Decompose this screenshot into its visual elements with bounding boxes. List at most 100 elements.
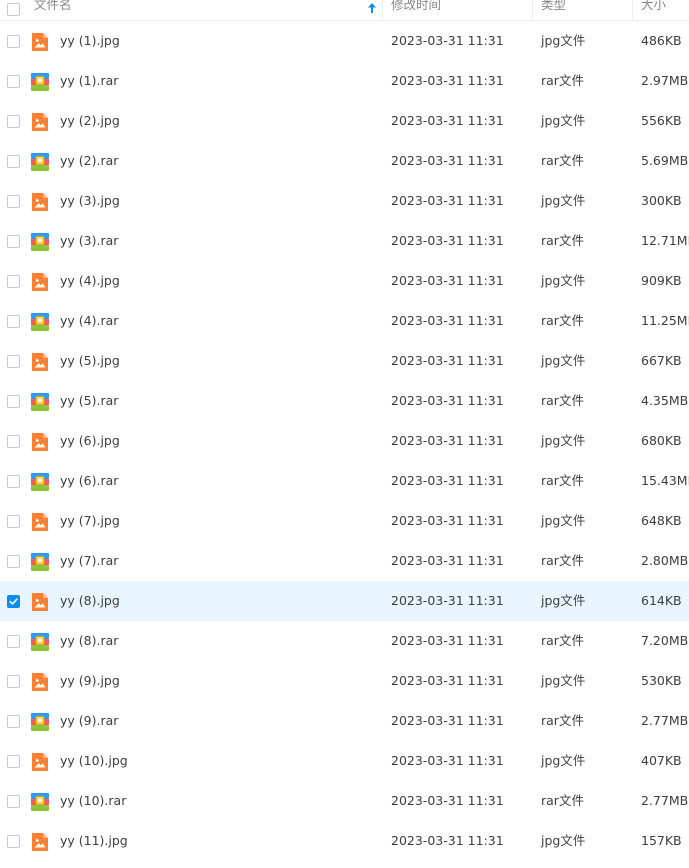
row-checkbox[interactable] xyxy=(7,755,20,768)
image-file-icon xyxy=(32,593,48,611)
file-name[interactable]: yy (3).jpg xyxy=(60,181,120,221)
file-name[interactable]: yy (4).rar xyxy=(60,301,118,341)
file-row[interactable]: yy (1).rar 2023-03-31 11:31 rar文件 2.97MB xyxy=(0,61,689,101)
file-row[interactable]: yy (10).rar 2023-03-31 11:31 rar文件 2.77MB xyxy=(0,781,689,821)
file-type: rar文件 xyxy=(541,633,584,648)
file-name[interactable]: yy (1).jpg xyxy=(60,21,120,61)
column-divider[interactable] xyxy=(532,0,533,20)
column-header-type[interactable]: 类型 xyxy=(541,0,566,20)
file-type: rar文件 xyxy=(541,713,584,728)
file-name[interactable]: yy (5).rar xyxy=(60,381,118,421)
file-modified-time: 2023-03-31 11:31 xyxy=(391,273,504,288)
file-modified-time: 2023-03-31 11:31 xyxy=(391,473,504,488)
arrow-up-icon[interactable] xyxy=(367,2,377,14)
file-name[interactable]: yy (2).rar xyxy=(60,141,118,181)
file-type: jpg文件 xyxy=(541,113,586,128)
row-checkbox[interactable] xyxy=(7,115,20,128)
row-checkbox[interactable] xyxy=(7,35,20,48)
row-checkbox[interactable] xyxy=(7,75,20,88)
file-modified-time: 2023-03-31 11:31 xyxy=(391,313,504,328)
file-row[interactable]: yy (5).rar 2023-03-31 11:31 rar文件 4.35MB xyxy=(0,381,689,421)
file-row[interactable]: yy (9).rar 2023-03-31 11:31 rar文件 2.77MB xyxy=(0,701,689,741)
column-header-size[interactable]: 大小 xyxy=(641,0,666,20)
file-type: jpg文件 xyxy=(541,753,586,768)
file-row[interactable]: yy (6).jpg 2023-03-31 11:31 jpg文件 680KB xyxy=(0,421,689,461)
column-divider[interactable] xyxy=(632,0,633,20)
file-row[interactable]: yy (10).jpg 2023-03-31 11:31 jpg文件 407KB xyxy=(0,741,689,781)
column-header-name[interactable]: 文件名 xyxy=(34,0,72,20)
row-checkbox[interactable] xyxy=(7,795,20,808)
file-name[interactable]: yy (10).rar xyxy=(60,781,126,821)
file-name[interactable]: yy (3).rar xyxy=(60,221,118,261)
file-row[interactable]: yy (3).rar 2023-03-31 11:31 rar文件 12.71MB xyxy=(0,221,689,261)
row-checkbox[interactable] xyxy=(7,355,20,368)
file-modified-time: 2023-03-31 11:31 xyxy=(391,833,504,848)
file-name[interactable]: yy (4).jpg xyxy=(60,261,120,301)
file-modified-time: 2023-03-31 11:31 xyxy=(391,793,504,808)
file-name[interactable]: yy (8).rar xyxy=(60,621,118,661)
file-row[interactable]: yy (8).rar 2023-03-31 11:31 rar文件 7.20MB xyxy=(0,621,689,661)
file-name[interactable]: yy (6).jpg xyxy=(60,421,120,461)
select-all-checkbox[interactable] xyxy=(7,3,20,16)
row-checkbox[interactable] xyxy=(7,715,20,728)
file-modified-time: 2023-03-31 11:31 xyxy=(391,193,504,208)
file-modified-time: 2023-03-31 11:31 xyxy=(391,393,504,408)
file-name[interactable]: yy (10).jpg xyxy=(60,741,128,781)
file-size: 614KB xyxy=(641,593,682,608)
row-checkbox[interactable] xyxy=(7,555,20,568)
row-checkbox[interactable] xyxy=(7,195,20,208)
file-row[interactable]: yy (7).jpg 2023-03-31 11:31 jpg文件 648KB xyxy=(0,501,689,541)
file-type: jpg文件 xyxy=(541,593,586,608)
row-checkbox[interactable] xyxy=(7,275,20,288)
file-row[interactable]: yy (3).jpg 2023-03-31 11:31 jpg文件 300KB xyxy=(0,181,689,221)
file-modified-time: 2023-03-31 11:31 xyxy=(391,593,504,608)
column-divider[interactable] xyxy=(382,0,383,20)
image-file-icon xyxy=(32,273,48,291)
row-checkbox[interactable] xyxy=(7,675,20,688)
row-checkbox[interactable] xyxy=(7,155,20,168)
image-file-icon xyxy=(32,33,48,51)
row-checkbox[interactable] xyxy=(7,475,20,488)
file-name[interactable]: yy (2).jpg xyxy=(60,101,120,141)
archive-file-icon xyxy=(31,73,49,91)
row-checkbox[interactable] xyxy=(7,515,20,528)
archive-file-icon xyxy=(31,153,49,171)
file-size: 300KB xyxy=(641,193,682,208)
file-row[interactable]: yy (1).jpg 2023-03-31 11:31 jpg文件 486KB xyxy=(0,21,689,61)
row-checkbox[interactable] xyxy=(7,235,20,248)
file-row[interactable]: yy (7).rar 2023-03-31 11:31 rar文件 2.80MB xyxy=(0,541,689,581)
file-name[interactable]: yy (11).jpg xyxy=(60,821,128,861)
column-header-date[interactable]: 修改时间 xyxy=(391,0,441,20)
file-type: jpg文件 xyxy=(541,833,586,848)
row-checkbox[interactable] xyxy=(7,395,20,408)
file-type: jpg文件 xyxy=(541,513,586,528)
file-size: 15.43MB xyxy=(641,473,689,488)
file-name[interactable]: yy (6).rar xyxy=(60,461,118,501)
file-row[interactable]: yy (2).jpg 2023-03-31 11:31 jpg文件 556KB xyxy=(0,101,689,141)
file-row[interactable]: yy (4).jpg 2023-03-31 11:31 jpg文件 909KB xyxy=(0,261,689,301)
row-checkbox[interactable] xyxy=(7,835,20,848)
file-row[interactable]: yy (6).rar 2023-03-31 11:31 rar文件 15.43MB xyxy=(0,461,689,501)
file-name[interactable]: yy (7).rar xyxy=(60,541,118,581)
image-file-icon xyxy=(32,113,48,131)
file-name[interactable]: yy (9).jpg xyxy=(60,661,120,701)
file-row[interactable]: yy (9).jpg 2023-03-31 11:31 jpg文件 530KB xyxy=(0,661,689,701)
file-size: 11.25MB xyxy=(641,313,689,328)
file-name[interactable]: yy (8).jpg xyxy=(60,581,120,621)
file-name[interactable]: yy (7).jpg xyxy=(60,501,120,541)
file-name[interactable]: yy (9).rar xyxy=(60,701,118,741)
file-name[interactable]: yy (5).jpg xyxy=(60,341,120,381)
row-checkbox[interactable] xyxy=(7,435,20,448)
row-checkbox[interactable] xyxy=(7,315,20,328)
row-checkbox[interactable] xyxy=(7,635,20,648)
file-row[interactable]: yy (8).jpg 2023-03-31 11:31 jpg文件 614KB xyxy=(0,581,689,621)
file-row[interactable]: yy (11).jpg 2023-03-31 11:31 jpg文件 157KB xyxy=(0,821,689,861)
file-row[interactable]: yy (5).jpg 2023-03-31 11:31 jpg文件 667KB xyxy=(0,341,689,381)
file-size: 4.35MB xyxy=(641,393,689,408)
file-row[interactable]: yy (2).rar 2023-03-31 11:31 rar文件 5.69MB xyxy=(0,141,689,181)
archive-file-icon xyxy=(31,473,49,491)
file-row[interactable]: yy (4).rar 2023-03-31 11:31 rar文件 11.25MB xyxy=(0,301,689,341)
file-name[interactable]: yy (1).rar xyxy=(60,61,118,101)
image-file-icon xyxy=(32,513,48,531)
row-checkbox[interactable] xyxy=(7,595,20,608)
